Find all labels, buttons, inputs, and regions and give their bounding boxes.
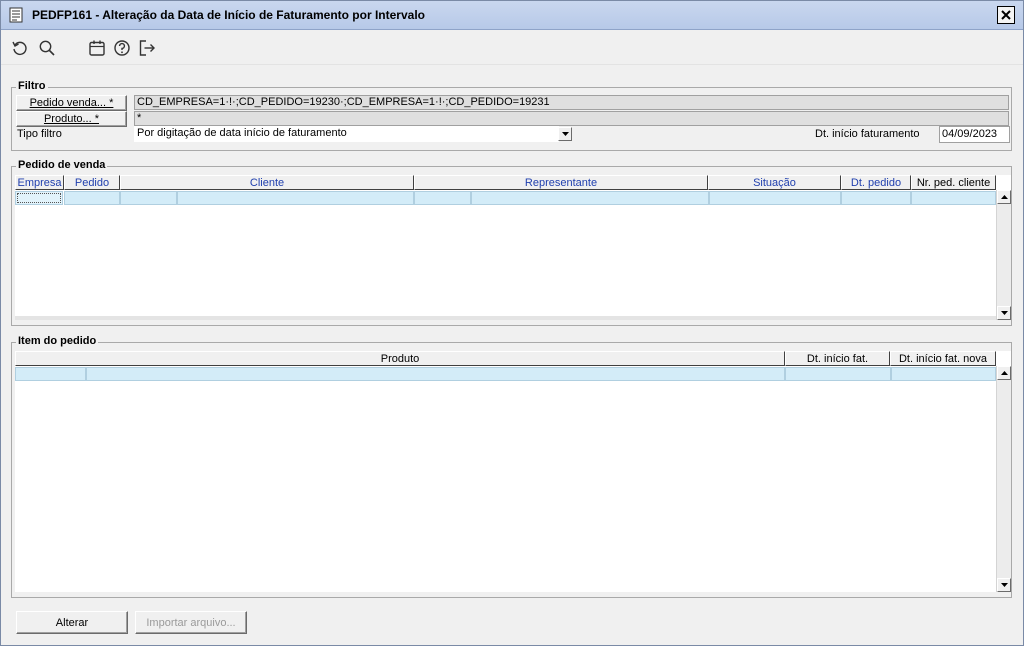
table-cell-cliente-name[interactable] (177, 191, 414, 205)
column-header-produto[interactable]: Produto (15, 351, 785, 366)
column-header-nr-ped-cliente[interactable]: Nr. ped. cliente (911, 175, 996, 190)
pedido-venda-title: Pedido de venda (16, 159, 108, 171)
tipo-filtro-dropdown-button[interactable] (558, 127, 572, 141)
title-bar: PEDFP161 - Alteração da Data de Início d… (1, 1, 1023, 30)
window-title: PEDFP161 - Alteração da Data de Início d… (32, 8, 425, 22)
column-header-cliente[interactable]: Cliente (120, 175, 414, 190)
scroll-up-button[interactable] (997, 190, 1011, 204)
exit-icon[interactable] (138, 39, 156, 57)
close-button[interactable] (997, 6, 1015, 24)
produto-field[interactable]: * (134, 111, 1009, 126)
table-cell-representante-name[interactable] (471, 191, 709, 205)
help-icon[interactable] (113, 39, 131, 57)
produto-button[interactable]: Produto... * (16, 111, 127, 127)
table-cell-dt-pedido[interactable] (841, 191, 911, 205)
column-header-dt-inicio-fat[interactable]: Dt. início fat. (785, 351, 890, 366)
column-header-dt-pedido[interactable]: Dt. pedido (841, 175, 911, 190)
item-pedido-title: Item do pedido (16, 335, 99, 347)
arrow-up-icon (1000, 371, 1008, 375)
table-cell-produto-code[interactable] (15, 367, 86, 381)
column-header-representante[interactable]: Representante (414, 175, 708, 190)
toolbar (1, 30, 1023, 65)
pedido-venda-horizontal-scrollbar[interactable] (15, 316, 996, 320)
refresh-icon[interactable] (11, 39, 29, 57)
application-window: PEDFP161 - Alteração da Data de Início d… (0, 0, 1024, 646)
pedido-venda-button[interactable]: Pedido venda... * (16, 95, 127, 111)
tipo-filtro-label: Tipo filtro (17, 128, 62, 140)
item-pedido-grid: Produto Dt. início fat. Dt. início fat. … (15, 351, 1011, 592)
arrow-up-icon (1000, 195, 1008, 199)
table-cell-cliente-code[interactable] (120, 191, 177, 205)
alterar-button[interactable]: Alterar (16, 611, 128, 634)
table-cell-empresa[interactable] (15, 191, 63, 205)
scroll-down-button[interactable] (997, 578, 1011, 592)
item-pedido-vertical-scrollbar[interactable] (996, 366, 1011, 592)
tipo-filtro-select[interactable]: Por digitação de data início de faturame… (134, 126, 559, 142)
scroll-down-button[interactable] (997, 306, 1011, 320)
scroll-up-button[interactable] (997, 366, 1011, 380)
table-cell-produto-name[interactable] (86, 367, 785, 381)
table-cell-situacao[interactable] (709, 191, 841, 205)
table-cell-dt-inicio-fat-nova[interactable] (891, 367, 996, 381)
dt-inicio-label: Dt. início faturamento (815, 128, 920, 140)
table-cell-nr-ped-cliente[interactable] (911, 191, 996, 205)
column-header-dt-inicio-fat-nova[interactable]: Dt. início fat. nova (890, 351, 996, 366)
column-header-empresa[interactable]: Empresa (15, 175, 64, 190)
column-header-pedido[interactable]: Pedido (64, 175, 120, 190)
column-header-situacao[interactable]: Situação (708, 175, 841, 190)
pedido-venda-field[interactable]: CD_EMPRESA=1·!·;CD_PEDIDO=19230·;CD_EMPR… (134, 95, 1009, 110)
arrow-down-icon (1000, 311, 1008, 315)
importar-arquivo-button[interactable]: Importar arquivo... (135, 611, 247, 634)
filtro-title: Filtro (16, 80, 48, 92)
pedido-venda-grid: Empresa Pedido Cliente Representante Sit… (15, 175, 1011, 320)
chevron-down-icon (561, 132, 569, 136)
table-cell-representante-code[interactable] (414, 191, 471, 205)
calendar-icon[interactable] (88, 39, 106, 57)
dt-inicio-field[interactable]: 04/09/2023 (939, 126, 1010, 143)
arrow-down-icon (1000, 583, 1008, 587)
search-icon[interactable] (38, 39, 56, 57)
table-cell-dt-inicio-fat[interactable] (785, 367, 891, 381)
pedido-venda-vertical-scrollbar[interactable] (996, 190, 1011, 320)
table-cell-pedido[interactable] (64, 191, 120, 205)
document-icon (9, 7, 23, 23)
close-icon (1001, 10, 1011, 20)
